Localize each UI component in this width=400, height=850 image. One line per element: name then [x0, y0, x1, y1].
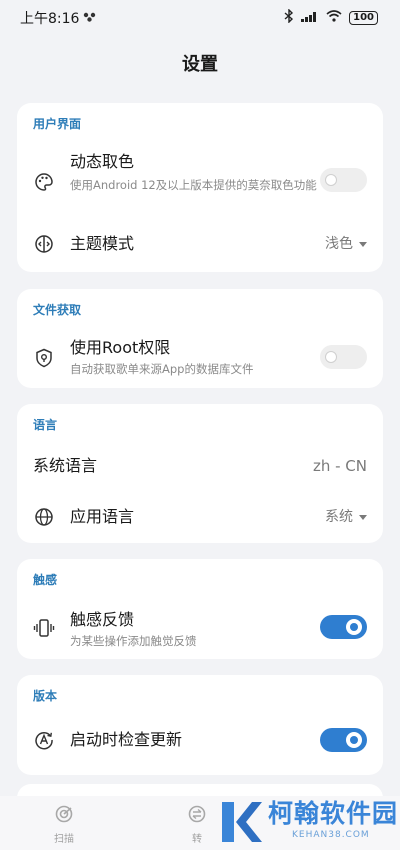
nav-item-scan[interactable]: 扫描 — [54, 804, 74, 845]
wifi-icon — [326, 10, 342, 26]
caret-down-icon — [359, 514, 367, 520]
section-haptic-card: 触感 触感反馈 为某些操作添加触觉反馈 — [17, 559, 383, 659]
root-permission-title: 使用Root权限 — [70, 338, 171, 357]
toggle-knob — [325, 351, 337, 363]
page-title: 设置 — [182, 54, 218, 75]
check-update-toggle[interactable] — [320, 728, 367, 752]
root-permission-subtitle: 自动获取歌单来源App的数据库文件 — [70, 362, 254, 376]
root-permission-setting[interactable]: 使用Root权限 自动获取歌单来源App的数据库文件 — [17, 333, 383, 381]
haptic-feedback-subtitle: 为某些操作添加触觉反馈 — [70, 634, 197, 648]
app-language-dropdown[interactable]: 系统 — [325, 507, 367, 527]
haptic-feedback-title: 触感反馈 — [70, 610, 135, 629]
toggle-knob — [325, 174, 337, 186]
scan-icon — [54, 804, 74, 827]
theme-mode-dropdown[interactable]: 浅色 — [325, 234, 367, 254]
section-language-card: 语言 系统语言 zh - CN 应用语言 系统 — [17, 404, 383, 543]
watermark-logo-icon — [218, 798, 262, 850]
toggle-knob — [346, 619, 362, 635]
theme-mode-title: 主题模式 — [70, 234, 135, 253]
app-language-setting[interactable]: 应用语言 系统 — [17, 503, 383, 533]
app-language-value: 系统 — [325, 509, 353, 525]
nav-item-convert[interactable]: 转 — [187, 804, 207, 845]
system-language-setting: 系统语言 zh - CN — [17, 454, 383, 484]
dynamic-color-setting[interactable]: 动态取色 使用Android 12及以上版本提供的莫奈取色功能 — [17, 147, 383, 215]
nav-label-scan: 扫描 — [54, 834, 74, 845]
toggle-knob — [346, 732, 362, 748]
theme-mode-icon — [33, 233, 55, 255]
haptic-feedback-toggle[interactable] — [320, 615, 367, 639]
system-language-title: 系统语言 — [33, 456, 98, 475]
section-header-version: 版本 — [33, 689, 58, 703]
root-permission-toggle[interactable] — [320, 345, 367, 369]
vibration-icon — [33, 617, 55, 639]
theme-mode-value: 浅色 — [325, 236, 353, 252]
system-language-value: zh - CN — [312, 457, 367, 475]
convert-icon — [187, 804, 207, 827]
app-language-title: 应用语言 — [70, 507, 135, 526]
watermark: 柯翰软件园 KEHAN38.COM — [218, 798, 398, 850]
battery-indicator: 100 — [349, 11, 378, 25]
section-version-card: 版本 启动时检查更新 — [17, 675, 383, 775]
haptic-feedback-setting[interactable]: 触感反馈 为某些操作添加触觉反馈 — [17, 603, 383, 651]
section-header-haptic: 触感 — [33, 573, 58, 587]
check-update-title: 启动时检查更新 — [70, 730, 183, 749]
notification-dots-icon — [83, 10, 97, 26]
dynamic-color-toggle[interactable] — [320, 168, 367, 192]
palette-icon — [33, 171, 55, 193]
dynamic-color-subtitle: 使用Android 12及以上版本提供的莫奈取色功能 — [70, 178, 317, 192]
status-time: 上午8:16 — [20, 11, 80, 27]
section-header-ui: 用户界面 — [33, 117, 82, 131]
caret-down-icon — [359, 241, 367, 247]
update-icon — [33, 729, 55, 751]
section-file-card: 文件获取 使用Root权限 自动获取歌单来源App的数据库文件 — [17, 289, 383, 388]
nav-label-convert: 转 — [192, 834, 202, 845]
theme-mode-setting[interactable]: 主题模式 浅色 — [17, 229, 383, 259]
bluetooth-icon — [284, 8, 294, 27]
shield-icon — [33, 347, 55, 369]
globe-icon — [33, 506, 55, 528]
watermark-url: KEHAN38.COM — [292, 830, 370, 840]
section-header-language: 语言 — [33, 418, 58, 432]
dynamic-color-title: 动态取色 — [70, 152, 135, 171]
signal-icon — [301, 10, 319, 26]
section-header-file: 文件获取 — [33, 303, 82, 317]
check-update-setting[interactable]: 启动时检查更新 — [17, 725, 383, 755]
section-ui-card: 用户界面 动态取色 使用Android 12及以上版本提供的莫奈取色功能 主题模… — [17, 103, 383, 272]
status-bar: 上午8:16 100 — [0, 0, 400, 36]
watermark-name: 柯翰软件园 — [268, 799, 399, 828]
